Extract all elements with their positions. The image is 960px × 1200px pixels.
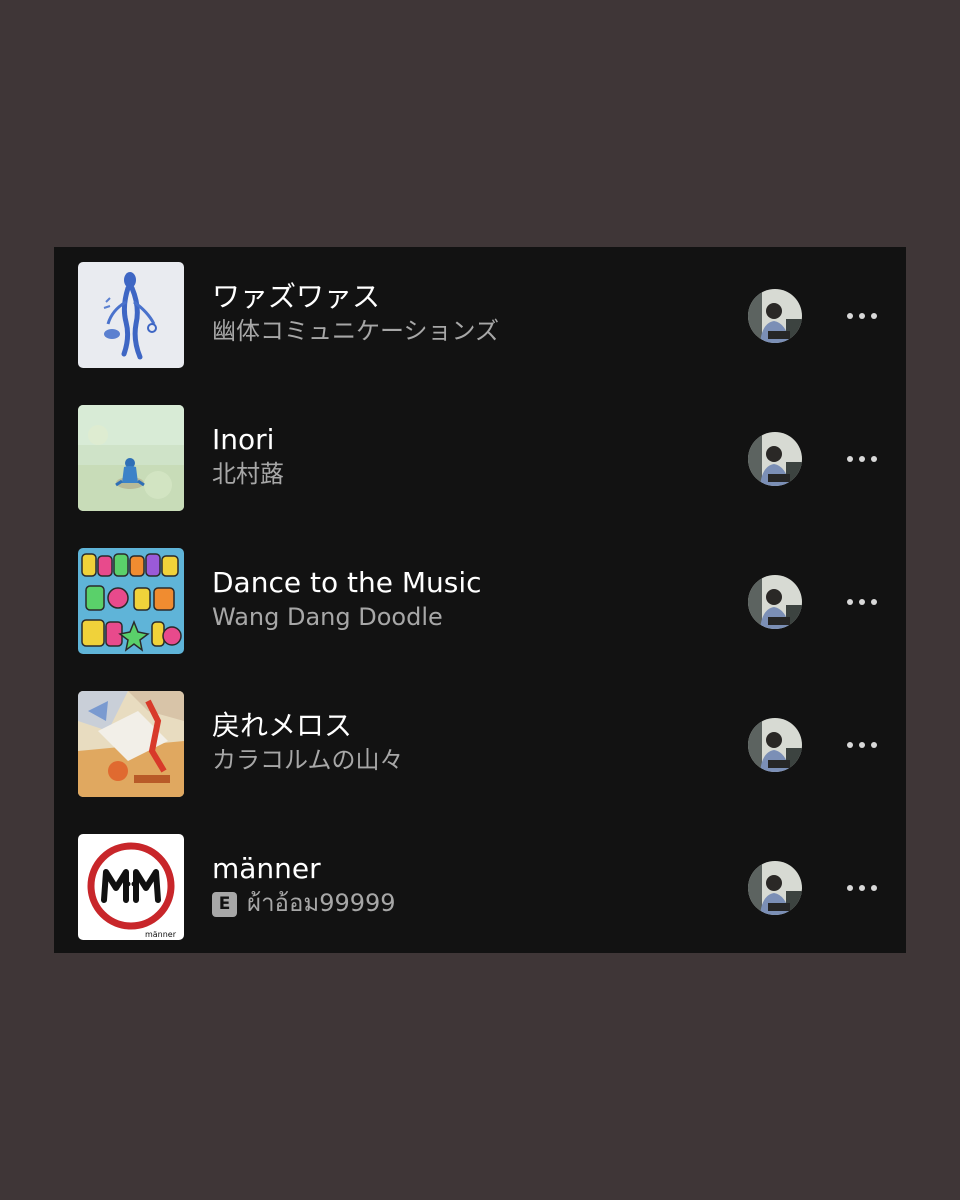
more-options-button[interactable]	[838, 587, 886, 617]
track-row[interactable]: 戻れメロス カラコルムの山々	[54, 676, 906, 819]
more-options-button[interactable]	[838, 873, 886, 903]
track-title[interactable]: Dance to the Music	[212, 565, 482, 601]
painted-collage-cover-icon	[78, 691, 184, 797]
dot-icon	[847, 742, 853, 748]
track-row[interactable]: Dance to the Music Wang Dang Doodle	[54, 533, 906, 676]
user-avatar-icon	[748, 861, 802, 915]
user-avatar-icon	[748, 432, 802, 486]
album-cover[interactable]	[78, 548, 184, 654]
track-list: ワァズワァス 幽体コミュニケーションズ Inori 北村蕗 Dance to t…	[54, 247, 906, 953]
cover-caption: männer	[145, 930, 177, 939]
dot-icon	[859, 742, 865, 748]
more-options-button[interactable]	[838, 730, 886, 760]
track-row[interactable]: ワァズワァス 幽体コミュニケーションズ	[54, 247, 906, 390]
figure-art-cover-icon	[78, 262, 184, 368]
dot-icon	[871, 742, 877, 748]
dot-icon	[871, 599, 877, 605]
dot-icon	[847, 885, 853, 891]
track-artist[interactable]: Wang Dang Doodle	[212, 601, 443, 633]
user-avatar-icon	[748, 718, 802, 772]
more-options-button[interactable]	[838, 301, 886, 331]
dot-icon	[859, 313, 865, 319]
added-by-avatar[interactable]	[748, 289, 802, 343]
track-artist-row: E ผ้าอ้อม99999	[212, 887, 396, 919]
more-options-button[interactable]	[838, 444, 886, 474]
dot-icon	[847, 456, 853, 462]
track-title[interactable]: 戻れメロス	[212, 708, 352, 744]
sitting-figure-cover-icon	[78, 405, 184, 511]
added-by-avatar[interactable]	[748, 861, 802, 915]
track-artist[interactable]: 北村蕗	[212, 458, 284, 490]
track-artist[interactable]: ผ้าอ้อม99999	[247, 889, 396, 917]
colorful-lettering-cover-icon	[78, 548, 184, 654]
album-cover[interactable]: männer	[78, 834, 184, 940]
track-title[interactable]: männer	[212, 851, 321, 887]
explicit-badge: E	[212, 892, 237, 917]
album-cover[interactable]	[78, 405, 184, 511]
track-row[interactable]: Inori 北村蕗	[54, 390, 906, 533]
prohibition-sign-cover-icon: männer	[78, 834, 184, 940]
track-row[interactable]: männer männer E ผ้าอ้อม99999	[54, 819, 906, 953]
added-by-avatar[interactable]	[748, 575, 802, 629]
added-by-avatar[interactable]	[748, 718, 802, 772]
user-avatar-icon	[748, 289, 802, 343]
user-avatar-icon	[748, 575, 802, 629]
track-title[interactable]: Inori	[212, 422, 274, 458]
dot-icon	[871, 456, 877, 462]
dot-icon	[859, 456, 865, 462]
track-artist[interactable]: カラコルムの山々	[212, 744, 404, 776]
album-cover[interactable]	[78, 262, 184, 368]
dot-icon	[859, 885, 865, 891]
album-cover[interactable]	[78, 691, 184, 797]
track-title[interactable]: ワァズワァス	[212, 279, 380, 315]
track-artist[interactable]: 幽体コミュニケーションズ	[212, 315, 499, 347]
dot-icon	[859, 599, 865, 605]
dot-icon	[871, 313, 877, 319]
dot-icon	[847, 599, 853, 605]
dot-icon	[871, 885, 877, 891]
dot-icon	[847, 313, 853, 319]
added-by-avatar[interactable]	[748, 432, 802, 486]
